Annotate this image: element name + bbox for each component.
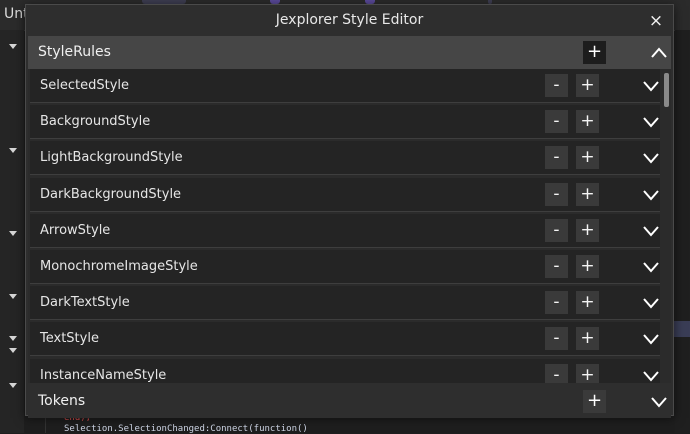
style-rule-row[interactable]: LightBackgroundStyle - + [30, 141, 660, 176]
style-rule-row[interactable]: SelectedStyle - + [30, 69, 660, 103]
tokens-label: Tokens [38, 393, 86, 409]
style-rule-label: InstanceNameStyle [40, 367, 167, 383]
style-rule-row[interactable]: TextStyle - + [30, 322, 660, 357]
remove-rule-button[interactable]: - [545, 291, 568, 315]
add-rule-property-button[interactable]: + [576, 255, 599, 278]
scrollbar-thumb[interactable] [664, 73, 669, 107]
chevron-down-icon[interactable] [642, 222, 660, 240]
remove-rule-button[interactable]: - [545, 110, 568, 134]
add-rule-property-button[interactable]: + [576, 218, 599, 242]
remove-rule-button[interactable]: - [545, 363, 568, 383]
chevron-down-icon[interactable] [642, 77, 660, 95]
chevron-down-icon[interactable] [642, 294, 660, 312]
remove-rule-button[interactable]: - [545, 74, 568, 97]
style-rule-row[interactable]: MonochromeImageStyle - + [30, 250, 660, 284]
style-rules-label: StyleRules [38, 44, 111, 60]
style-rule-row[interactable]: DarkTextStyle - + [30, 286, 660, 321]
style-rule-row[interactable]: InstanceNameStyle - + [30, 358, 660, 383]
add-rule-property-button[interactable]: + [576, 182, 599, 206]
editor-minimap [675, 30, 690, 433]
style-rule-label: MonochromeImageStyle [40, 259, 198, 274]
style-rule-label: DarkBackgroundStyle [40, 186, 182, 202]
editor-gutter [0, 30, 24, 433]
dialog-title: Jexplorer Style Editor [275, 12, 424, 28]
fold-arrow-icon[interactable] [9, 231, 17, 236]
add-rule-property-button[interactable]: + [576, 110, 599, 134]
remove-rule-button[interactable]: - [545, 146, 568, 170]
style-rule-label: SelectedStyle [40, 78, 130, 93]
close-icon[interactable]: × [646, 11, 666, 31]
chevron-down-icon[interactable] [642, 330, 660, 348]
chevron-down-icon[interactable] [650, 393, 668, 411]
style-rule-label: DarkTextStyle [40, 295, 130, 311]
style-rules-list: SelectedStyle - + BackgroundStyle - + LightBac… [28, 69, 671, 383]
fold-arrow-icon[interactable] [9, 348, 17, 353]
fold-arrow-icon[interactable] [9, 148, 17, 153]
style-rule-row[interactable]: BackgroundStyle - + [30, 105, 660, 140]
chevron-up-icon[interactable] [650, 44, 668, 62]
minimap-highlight [673, 329, 690, 337]
style-editor-dialog: Jexplorer Style Editor × StyleRules + Se… [25, 4, 674, 418]
chevron-down-icon[interactable] [642, 149, 660, 167]
remove-rule-button[interactable]: - [545, 327, 568, 351]
dialog-titlebar[interactable]: Jexplorer Style Editor × [26, 5, 673, 36]
add-rule-property-button[interactable]: + [576, 363, 599, 383]
style-rule-label: BackgroundStyle [40, 114, 151, 130]
add-token-button[interactable]: + [583, 390, 606, 413]
fold-arrow-icon[interactable] [9, 383, 17, 388]
add-style-rule-button[interactable]: + [583, 41, 606, 64]
style-rules-header[interactable]: StyleRules + [28, 36, 671, 69]
fold-arrow-icon[interactable] [9, 44, 17, 49]
minimap-highlight [673, 321, 690, 329]
style-rule-label: LightBackgroundStyle [40, 150, 183, 166]
style-rule-label: TextStyle [40, 331, 99, 347]
style-rule-row[interactable]: DarkBackgroundStyle - + [30, 177, 660, 212]
chevron-down-icon[interactable] [642, 186, 660, 204]
remove-rule-button[interactable]: - [545, 218, 568, 242]
remove-rule-button[interactable]: - [545, 182, 568, 206]
fold-arrow-icon[interactable] [9, 336, 17, 341]
chevron-down-icon[interactable] [642, 258, 660, 276]
tokens-header[interactable]: Tokens + [28, 385, 671, 418]
add-rule-property-button[interactable]: + [576, 146, 599, 170]
chevron-down-icon[interactable] [642, 367, 660, 383]
chevron-down-icon[interactable] [642, 113, 660, 131]
add-rule-property-button[interactable]: + [576, 74, 599, 97]
fold-arrow-icon[interactable] [9, 294, 17, 299]
add-rule-property-button[interactable]: + [576, 327, 599, 351]
remove-rule-button[interactable]: - [545, 255, 568, 278]
style-rule-label: ArrowStyle [40, 222, 111, 238]
add-rule-property-button[interactable]: + [576, 291, 599, 315]
style-rule-row[interactable]: ArrowStyle - + [30, 213, 660, 248]
